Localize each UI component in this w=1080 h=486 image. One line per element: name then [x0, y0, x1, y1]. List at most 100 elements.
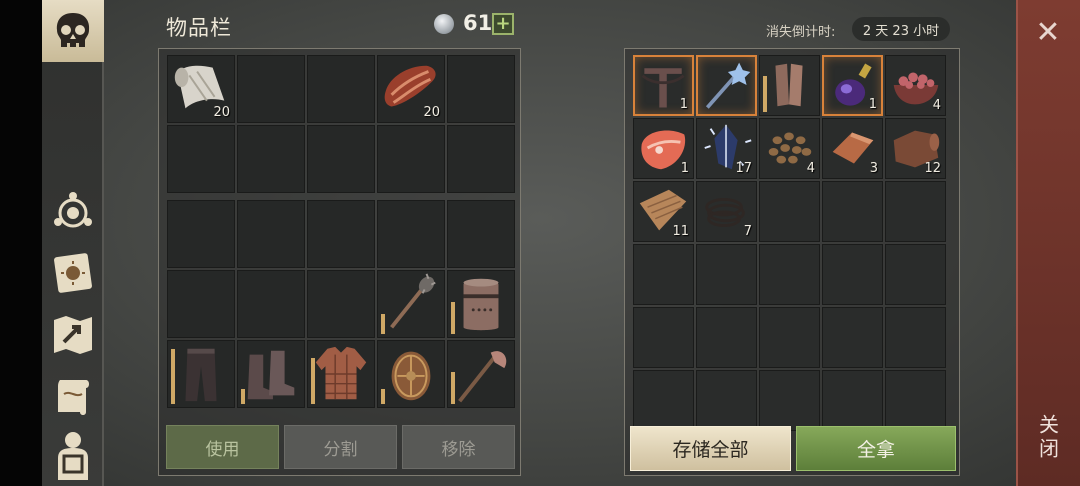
storage-slot[interactable] [759, 244, 820, 305]
storage-slot[interactable]: 3 [822, 118, 883, 179]
close-icon[interactable]: ✕ [1030, 14, 1066, 50]
item-quantity: 17 [735, 161, 752, 176]
storage-slot[interactable] [822, 244, 883, 305]
sidebar-item-map[interactable] [48, 310, 98, 360]
storage-slot[interactable] [885, 244, 946, 305]
use-button[interactable]: 使用 [166, 425, 279, 469]
countdown-label: 消失倒计时: [766, 25, 836, 40]
equipment-slot[interactable] [167, 340, 235, 408]
storage-slot[interactable] [633, 370, 694, 431]
storage-slot[interactable] [696, 244, 757, 305]
store-all-button[interactable]: 存储全部 [630, 426, 791, 471]
item-quantity: 1 [868, 97, 877, 112]
storage-slot[interactable]: 4 [885, 55, 946, 116]
inventory-slot[interactable] [377, 125, 445, 193]
equipment-slot[interactable] [447, 340, 515, 408]
storage-slot[interactable] [633, 307, 694, 368]
equipment-slot[interactable] [377, 270, 445, 338]
inventory-slot[interactable] [237, 125, 305, 193]
item-quantity: 20 [423, 105, 440, 120]
storage-slot[interactable]: 4 [759, 118, 820, 179]
take-all-button[interactable]: 全拿 [796, 426, 956, 471]
inventory-slot[interactable]: 20 [167, 55, 235, 123]
sidebar-item-journal[interactable] [48, 248, 98, 298]
remove-button[interactable]: 移除 [402, 425, 515, 469]
storage-slot[interactable] [885, 181, 946, 242]
equipment-slot[interactable] [167, 270, 235, 338]
storage-slot[interactable] [822, 307, 883, 368]
storage-slot[interactable] [759, 370, 820, 431]
sidebar [42, 0, 104, 486]
inventory-title: 物品栏 [166, 16, 232, 40]
sidebar-item-character[interactable] [48, 430, 98, 480]
crafting-icon [54, 192, 92, 228]
inventory-slot[interactable] [307, 125, 375, 193]
storage-slot[interactable] [696, 307, 757, 368]
screen-edge [0, 0, 42, 486]
ice-mace-icon [705, 62, 751, 109]
sidebar-item-quests[interactable] [48, 372, 98, 422]
equipment-slot[interactable] [167, 200, 235, 268]
storage-slot[interactable]: 7 [696, 181, 757, 242]
battle-axe-icon [458, 351, 507, 403]
equipment-slot[interactable] [237, 340, 305, 408]
equipment-slot[interactable] [377, 340, 445, 408]
skull-icon [56, 13, 90, 47]
equipment-slot[interactable] [447, 200, 515, 268]
inventory-slot[interactable] [307, 55, 375, 123]
equipment-slot[interactable] [307, 340, 375, 408]
storage-slot[interactable] [696, 370, 757, 431]
split-button[interactable]: 分割 [284, 425, 397, 469]
gloves-icon [775, 63, 803, 107]
journal-icon [54, 253, 92, 293]
knight-helmet-icon [463, 278, 499, 331]
map-icon [54, 316, 92, 354]
currency-amount: 61 [463, 11, 493, 35]
equipment-slot[interactable] [237, 270, 305, 338]
padded-armor-icon [315, 346, 367, 400]
equipment-grid [167, 200, 515, 408]
boots-icon [247, 350, 295, 400]
item-quantity: 4 [932, 98, 941, 113]
item-quantity: 1 [679, 97, 688, 112]
item-quantity: 20 [213, 105, 230, 120]
silver-coin-icon [434, 14, 454, 34]
inventory-slot[interactable]: 20 [377, 55, 445, 123]
close-button-label[interactable]: 关闭 [1032, 408, 1064, 468]
storage-slot[interactable]: 17 [696, 118, 757, 179]
storage-slot[interactable]: 12 [885, 118, 946, 179]
sidebar-item-crafting[interactable] [48, 186, 98, 236]
equipment-slot[interactable] [377, 200, 445, 268]
inventory-grid: 20 20 [167, 55, 515, 193]
storage-slot[interactable] [759, 307, 820, 368]
storage-slot[interactable] [633, 244, 694, 305]
scroll-icon [58, 380, 89, 415]
inventory-slot[interactable] [237, 55, 305, 123]
storage-slot[interactable]: 1 [633, 55, 694, 116]
item-quantity: 4 [806, 161, 815, 176]
storage-slot[interactable] [822, 370, 883, 431]
sidebar-tab-inventory[interactable] [42, 0, 104, 62]
storage-slot[interactable] [885, 370, 946, 431]
inventory-slot[interactable] [167, 125, 235, 193]
equipment-slot[interactable] [307, 270, 375, 338]
item-quantity: 7 [743, 224, 752, 239]
storage-slot[interactable] [822, 181, 883, 242]
add-currency-button[interactable]: + [492, 13, 514, 35]
storage-slot[interactable] [885, 307, 946, 368]
leather-pants-icon [185, 348, 217, 402]
storage-slot[interactable] [759, 181, 820, 242]
equipment-slot[interactable] [307, 200, 375, 268]
storage-slot[interactable] [759, 55, 820, 116]
storage-slot[interactable]: 11 [633, 181, 694, 242]
inventory-slot[interactable] [447, 55, 515, 123]
equipment-slot[interactable] [447, 270, 515, 338]
storage-slot[interactable]: 1 [633, 118, 694, 179]
character-icon [58, 432, 88, 480]
storage-slot[interactable]: 1 [822, 55, 883, 116]
item-quantity: 12 [924, 161, 941, 176]
inventory-slot[interactable] [447, 125, 515, 193]
item-quantity: 1 [680, 161, 689, 176]
equipment-slot[interactable] [237, 200, 305, 268]
storage-slot[interactable] [696, 55, 757, 116]
